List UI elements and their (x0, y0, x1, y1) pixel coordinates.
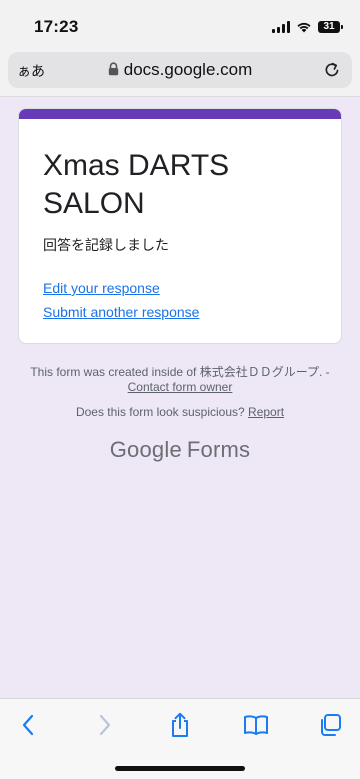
home-indicator (115, 766, 245, 771)
back-button[interactable] (12, 711, 44, 739)
logo-forms-text: Forms (186, 437, 251, 462)
confirmation-message: 回答を記録しました (43, 237, 169, 253)
url-domain: docs.google.com (123, 60, 253, 79)
tabs-icon (321, 714, 341, 736)
bookmarks-icon (244, 715, 268, 735)
logo-google-text: Google (109, 437, 182, 462)
share-icon (172, 712, 188, 737)
wifi-icon (297, 22, 311, 33)
lock-icon (108, 62, 118, 76)
cellular-signal-icon (272, 21, 290, 33)
submit-another-response-link[interactable]: Submit another response (43, 304, 199, 320)
report-link[interactable]: Report (248, 405, 284, 419)
form-created-notice: This form was created inside of 株式会社ＤＤグル… (30, 365, 330, 379)
form-title: Xmas DARTS SALON (43, 149, 230, 220)
status-time: 17:23 (34, 17, 79, 36)
share-button[interactable] (164, 711, 196, 739)
reload-icon[interactable] (322, 60, 342, 80)
battery-indicator: 31 (318, 21, 343, 33)
address-bar[interactable]: ぁあ docs.google.com (8, 52, 352, 88)
browser-toolbar (0, 698, 360, 779)
forward-button[interactable] (89, 711, 121, 739)
url-display[interactable]: docs.google.com (8, 60, 352, 80)
back-icon (22, 714, 34, 736)
bookmarks-button[interactable] (240, 711, 272, 739)
browser-address-area: ぁあ docs.google.com (0, 52, 360, 97)
contact-form-owner-link[interactable]: Contact form owner (128, 380, 233, 394)
edit-response-link[interactable]: Edit your response (43, 280, 160, 296)
contact-owner-line: Contact form owner (0, 380, 360, 394)
google-forms-logo[interactable]: Google Forms (0, 437, 360, 463)
suspicious-line: Does this form look suspicious? Report (0, 405, 360, 419)
status-bar: 17:23 31 (0, 0, 360, 52)
card-accent-bar (19, 109, 341, 119)
tabs-button[interactable] (314, 711, 346, 739)
status-icons: 31 (272, 19, 343, 35)
forward-icon (99, 714, 111, 736)
suspicious-text: Does this form look suspicious? (75, 405, 245, 419)
form-card: Xmas DARTS SALON 回答を記録しました Edit your res… (18, 108, 342, 344)
